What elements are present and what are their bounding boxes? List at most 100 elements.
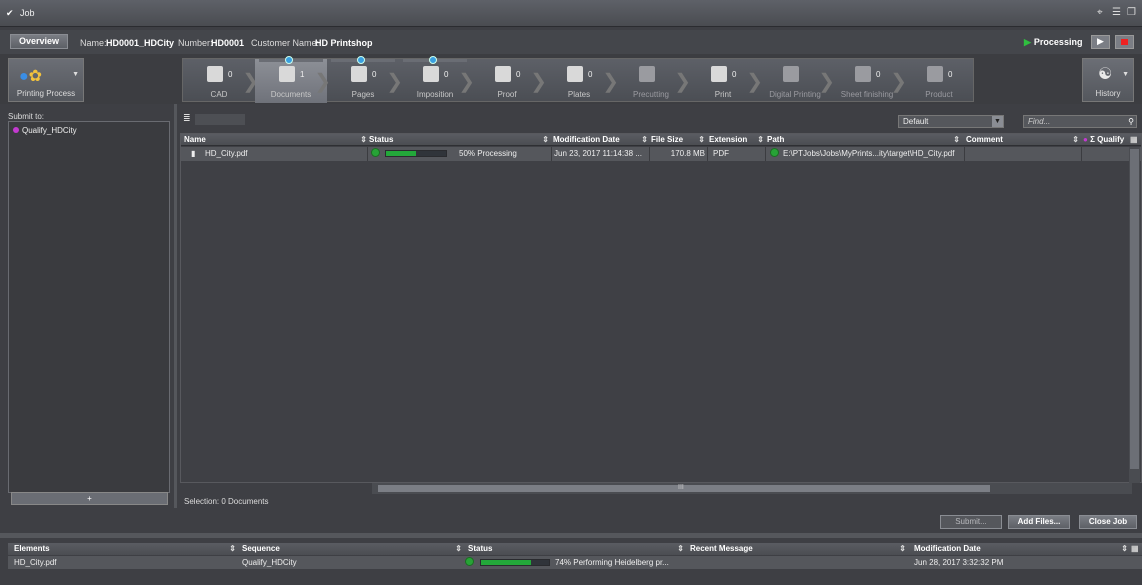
stop-icon xyxy=(1121,39,1128,45)
view-select[interactable]: Default ▼ xyxy=(898,115,1004,128)
step-digital-printing[interactable]: Digital Printing ❯ xyxy=(759,59,835,103)
submit-to-label: Submit to: xyxy=(8,112,45,121)
workflow-bar: ●✿ ▼ Printing Process 0 CAD ❯ 1 Documents ❯ … xyxy=(0,54,1142,104)
step-print[interactable]: 0 Print ❯ xyxy=(687,59,763,103)
step-documents[interactable]: 1 Documents ❯ xyxy=(255,56,331,103)
submit-panel: Submit to: Qualify_HDCity + xyxy=(8,108,170,508)
column-label: Name xyxy=(184,135,206,144)
app-logo-icon: ✔ xyxy=(6,8,14,18)
overview-button[interactable]: Overview xyxy=(10,34,68,49)
job-name-value: HD0001_HDCity xyxy=(106,38,175,48)
divider xyxy=(649,147,650,161)
col-elements[interactable]: Elements ⇕ xyxy=(14,544,236,553)
close-job-button[interactable]: Close Job xyxy=(1079,515,1137,529)
step-plates[interactable]: 0 Plates ❯ xyxy=(543,59,619,103)
title-bar: ✔ Job ⌖ ☰ ❐ xyxy=(0,0,1142,27)
toolbar-field[interactable] xyxy=(195,114,245,125)
column-label: Modification Date xyxy=(553,135,620,144)
step-product[interactable]: 0 Product xyxy=(903,59,975,103)
horizontal-splitter[interactable] xyxy=(0,533,1142,538)
step-count: 0 xyxy=(948,70,953,79)
col-status[interactable]: Status ⇕ xyxy=(468,544,684,553)
col-comment[interactable]: Comment ⇕ xyxy=(966,135,1079,144)
running-icon xyxy=(357,56,365,64)
chevron-down-icon: ▼ xyxy=(72,71,79,78)
col-modification-date[interactable]: Modification Date ⇕ xyxy=(914,544,1128,553)
detach-icon[interactable]: ⌖ xyxy=(1097,7,1103,18)
vertical-splitter[interactable] xyxy=(174,104,177,508)
print-icon xyxy=(711,66,727,82)
divider xyxy=(707,147,708,161)
cell-file-size: 170.8 MB xyxy=(670,149,705,158)
selection-status: Selection: 0 Documents xyxy=(184,497,269,506)
scrollbar-thumb[interactable] xyxy=(378,485,990,492)
add-sequence-button[interactable]: + xyxy=(11,492,168,505)
collapse-icon[interactable]: ≣ xyxy=(183,113,191,124)
col-sequence[interactable]: Sequence ⇕ xyxy=(242,544,462,553)
restore-icon[interactable]: ❐ xyxy=(1127,7,1136,18)
step-precutting[interactable]: Precutting ❯ xyxy=(615,59,691,103)
plates-icon xyxy=(567,66,583,82)
status-progress-bar xyxy=(385,150,447,157)
table-row[interactable]: ▮ HD_City.pdf 50% Processing Jun 23, 201… xyxy=(181,147,1141,161)
cell-path: E:\PTJobs\Jobs\MyPrints...ity\target\HD_… xyxy=(783,149,955,158)
horizontal-scrollbar[interactable]: III xyxy=(372,483,1132,494)
layout-icon[interactable]: ☰ xyxy=(1112,7,1121,18)
column-label: Path xyxy=(767,135,785,144)
submit-button[interactable]: Submit... xyxy=(940,515,1002,529)
col-modification-date[interactable]: Modification Date ⇕ xyxy=(553,135,648,144)
document-icon xyxy=(279,66,295,82)
start-button[interactable]: ▶ xyxy=(1091,35,1110,49)
table-row[interactable]: HD_City.pdf Qualify_HDCity 74% Performin… xyxy=(8,556,1142,569)
list-item[interactable]: Qualify_HDCity xyxy=(13,126,77,135)
cell-status: 74% Performing Heidelberg pr... xyxy=(555,558,669,567)
pdf-page-icon xyxy=(351,66,367,82)
column-label: Sequence xyxy=(242,544,280,553)
divider xyxy=(765,147,766,161)
step-cad[interactable]: 0 CAD ❯ xyxy=(183,59,259,103)
col-file-size[interactable]: File Size ⇕ xyxy=(651,135,705,144)
view-select-value: Default xyxy=(903,117,929,126)
qualify-icon xyxy=(13,127,19,133)
step-count: 0 xyxy=(516,70,521,79)
customer-name-value: HD Printshop xyxy=(315,38,373,48)
col-status[interactable]: Status ⇕ xyxy=(369,135,549,144)
divider xyxy=(964,147,965,161)
history-button[interactable]: ☯ ▼ History xyxy=(1082,58,1134,102)
sort-icon: ⇕ xyxy=(542,135,549,144)
step-sheet-finishing[interactable]: 0 Sheet finishing ❯ xyxy=(831,59,907,103)
col-path[interactable]: Path ⇕ xyxy=(767,135,960,144)
column-label: Σ Qualify xyxy=(1090,135,1125,144)
col-qualify[interactable]: ● Σ Qualify xyxy=(1083,135,1129,144)
add-files-button[interactable]: Add Files... xyxy=(1008,515,1070,529)
history-label: History xyxy=(1095,89,1121,98)
sort-icon: ⇕ xyxy=(1121,544,1128,553)
column-chooser-icon[interactable]: ▦ xyxy=(1131,544,1139,553)
sheet-finishing-icon xyxy=(855,66,871,82)
chevron-down-icon: ▼ xyxy=(992,116,1003,127)
sequence-list[interactable]: Qualify_HDCity xyxy=(8,121,170,493)
step-pages[interactable]: 0 Pages ❯ xyxy=(327,56,403,103)
col-extension[interactable]: Extension ⇕ xyxy=(709,135,764,144)
sort-icon: ⇕ xyxy=(455,544,462,553)
stop-button[interactable] xyxy=(1115,35,1134,49)
search-icon: ⚲ xyxy=(1128,117,1134,126)
col-recent-message[interactable]: Recent Message ⇕ xyxy=(690,544,906,553)
printing-process-label: Printing Process xyxy=(16,89,76,98)
column-chooser-icon[interactable]: ▦ xyxy=(1130,135,1138,144)
step-proof[interactable]: 0 Proof ❯ xyxy=(471,59,547,103)
find-input[interactable]: Find... ⚲ xyxy=(1023,115,1137,128)
running-icon xyxy=(285,56,293,64)
action-bar: Submit... Add Files... Close Job xyxy=(0,512,1142,532)
scrollbar-thumb[interactable] xyxy=(1130,149,1139,469)
col-name[interactable]: Name ⇕ xyxy=(184,135,367,144)
printing-process-button[interactable]: ●✿ ▼ Printing Process xyxy=(8,58,84,102)
step-imposition[interactable]: 0 Imposition ❯ xyxy=(399,56,475,103)
column-label: Status xyxy=(468,544,493,553)
job-number-label: Number: xyxy=(178,38,213,48)
qualify-icon: ● xyxy=(1083,135,1088,144)
column-label: Modification Date xyxy=(914,544,981,553)
vertical-scrollbar[interactable] xyxy=(1129,147,1140,483)
step-count: 0 xyxy=(228,70,233,79)
job-info-bar: Overview Name: HD0001_HDCity Number: HD0… xyxy=(0,30,1142,54)
